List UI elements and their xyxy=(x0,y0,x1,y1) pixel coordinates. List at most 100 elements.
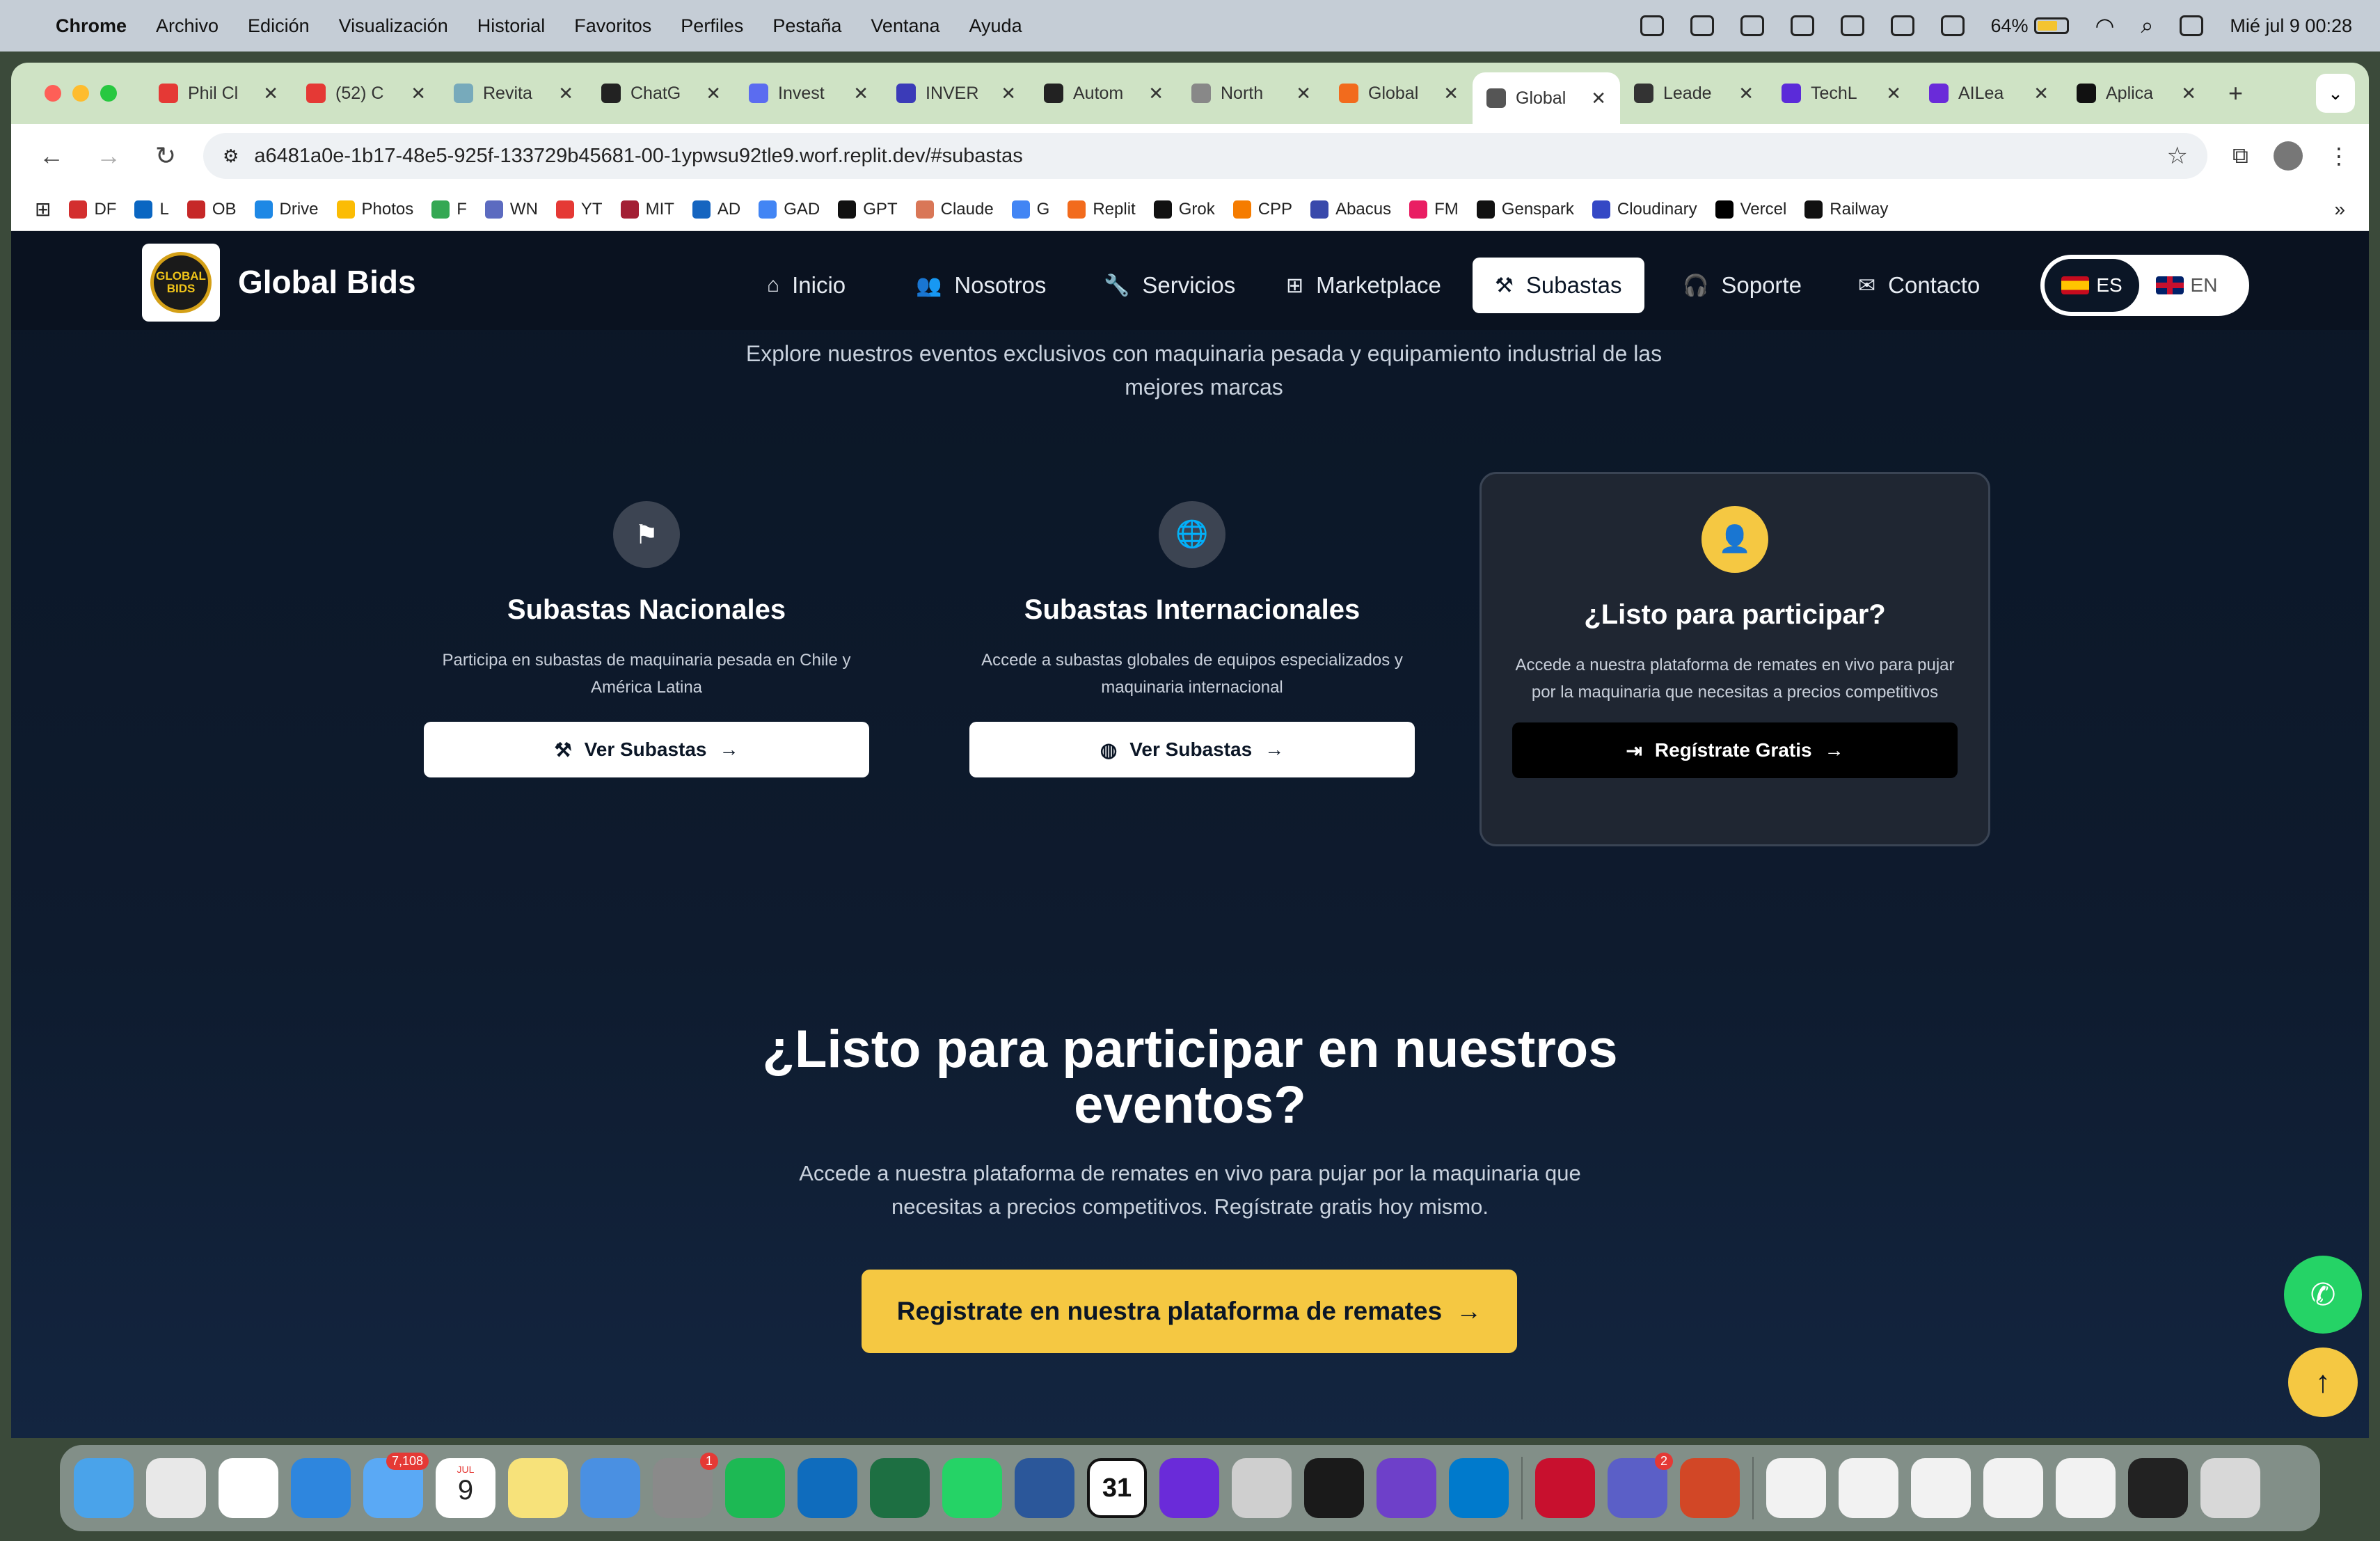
address-bar[interactable]: ⚙ a6481a0e-1b17-48e5-925f-133729b45681-0… xyxy=(203,133,2207,179)
spotlight-search-icon[interactable]: ⌕ xyxy=(2141,13,2153,39)
acrobat-icon[interactable] xyxy=(1535,1458,1595,1518)
calendar-icon[interactable]: JUL 9 xyxy=(436,1458,495,1518)
window-thumb-2-icon[interactable] xyxy=(1911,1458,1971,1518)
menu-historial[interactable]: Historial xyxy=(477,15,546,37)
browser-tab[interactable]: Global ✕ xyxy=(1325,72,1473,115)
mail-icon[interactable]: 7,108 xyxy=(363,1453,429,1518)
nav-subastas[interactable]: ⚒ Subastas xyxy=(1473,258,1644,313)
window-thumb-4-icon[interactable] xyxy=(2056,1458,2116,1518)
bookmark-item[interactable]: GPT xyxy=(838,200,898,219)
keyboard-status-icon[interactable] xyxy=(1940,15,1965,36)
excel-icon[interactable] xyxy=(870,1458,930,1518)
tab-close-icon[interactable]: ✕ xyxy=(1738,83,1754,104)
nav-contacto[interactable]: ✉ Contacto xyxy=(1836,258,2002,313)
finder-icon[interactable] xyxy=(74,1458,134,1518)
bookmark-item[interactable]: DF xyxy=(69,200,116,219)
circle-app-icon[interactable] xyxy=(1159,1458,1219,1518)
bookmark-item[interactable]: GAD xyxy=(759,200,820,219)
word-icon[interactable] xyxy=(1015,1458,1074,1518)
nav-inicio[interactable]: ⌂ Inicio xyxy=(745,258,868,313)
tab-close-icon[interactable]: ✕ xyxy=(263,83,278,104)
powerpoint-icon[interactable] xyxy=(1680,1458,1740,1518)
tab-close-icon[interactable]: ✕ xyxy=(1886,83,1901,104)
bookmark-item[interactable]: Cloudinary xyxy=(1592,200,1697,219)
browser-tab[interactable]: TechL ✕ xyxy=(1768,72,1915,115)
browser-tab[interactable]: Invest ✕ xyxy=(735,72,882,115)
whatsapp-icon[interactable] xyxy=(942,1458,1002,1518)
browser-tab[interactable]: Aplica ✕ xyxy=(2063,72,2210,115)
bookmark-item[interactable]: Drive xyxy=(254,200,319,219)
nav-marketplace[interactable]: ⊞ Marketplace xyxy=(1264,258,1463,313)
menu-datetime[interactable]: Mié jul 9 00:28 xyxy=(2230,15,2352,37)
tab-close-icon[interactable]: ✕ xyxy=(411,83,426,104)
bookmark-item[interactable]: F xyxy=(431,200,467,219)
tab-close-icon[interactable]: ✕ xyxy=(1443,83,1459,104)
bookmark-item[interactable]: Vercel xyxy=(1715,200,1786,219)
browser-tab[interactable]: North ✕ xyxy=(1177,72,1325,115)
status-app-icon-2[interactable] xyxy=(1690,15,1714,36)
launchpad-icon[interactable] xyxy=(146,1458,206,1518)
site-logo[interactable]: GLOBAL BIDS xyxy=(142,244,220,322)
menu-ayuda[interactable]: Ayuda xyxy=(969,15,1022,37)
status-app-icon-3[interactable] xyxy=(1740,15,1764,36)
browser-tab[interactable]: Leade ✕ xyxy=(1620,72,1768,115)
apps-grid-icon[interactable]: ⊞ xyxy=(35,198,51,221)
browser-tab[interactable]: Phil Cl ✕ xyxy=(145,72,292,115)
reload-icon[interactable]: ↻ xyxy=(149,141,182,171)
menu-app-name[interactable]: Chrome xyxy=(56,15,127,37)
forward-icon[interactable]: → xyxy=(92,141,125,171)
ver-subastas-nacionales-button[interactable]: ⚒ Ver Subastas → xyxy=(424,722,869,777)
browser-tab[interactable]: ChatG ✕ xyxy=(587,72,735,115)
site-info-icon[interactable]: ⚙ xyxy=(223,145,239,167)
browser-tab[interactable]: AILea ✕ xyxy=(1915,72,2063,115)
bookmark-item[interactable]: L xyxy=(134,200,169,219)
nav-servicios[interactable]: 🔧 Servicios xyxy=(1081,258,1258,313)
nav-nosotros[interactable]: 👥 Nosotros xyxy=(894,258,1068,313)
bookmark-item[interactable]: Abacus xyxy=(1310,200,1391,219)
window-close-button[interactable] xyxy=(45,85,61,102)
mute-status-icon[interactable] xyxy=(1840,15,1864,36)
bookmark-item[interactable]: Photos xyxy=(336,200,413,219)
bookmark-star-icon[interactable]: ☆ xyxy=(2167,142,2188,170)
outlook-icon[interactable] xyxy=(798,1458,857,1518)
browser-tab[interactable]: Autom ✕ xyxy=(1030,72,1177,115)
bookmark-item[interactable]: MIT xyxy=(620,200,674,219)
chrome-menu-icon[interactable]: ⋮ xyxy=(2328,143,2350,169)
menu-visualizacion[interactable]: Visualización xyxy=(339,15,448,37)
menu-edicion[interactable]: Edición xyxy=(248,15,310,37)
brand-name[interactable]: Global Bids xyxy=(238,263,416,301)
lang-es-button[interactable]: ES xyxy=(2045,259,2139,312)
back-icon[interactable]: ← xyxy=(35,141,68,171)
window-thumb-1-icon[interactable] xyxy=(1839,1458,1898,1518)
iphone-mirroring-icon[interactable] xyxy=(1232,1458,1292,1518)
more-bookmarks-icon[interactable]: » xyxy=(2334,198,2345,221)
menu-pestana[interactable]: Pestaña xyxy=(772,15,841,37)
menu-archivo[interactable]: Archivo xyxy=(156,15,219,37)
bookmark-item[interactable]: YT xyxy=(555,200,603,219)
tab-search-icon[interactable]: ⌄ xyxy=(2316,74,2355,113)
bookmark-item[interactable]: Replit xyxy=(1068,200,1136,219)
registrate-gratis-button[interactable]: ⇥ Regístrate Gratis → xyxy=(1512,722,1958,778)
browser-tab[interactable]: Global ✕ xyxy=(1473,72,1620,124)
document-thumb-icon[interactable] xyxy=(1766,1458,1826,1518)
safari-icon[interactable] xyxy=(291,1458,351,1518)
system-settings-icon[interactable]: 1 xyxy=(653,1453,718,1518)
chrome-icon[interactable] xyxy=(219,1458,278,1518)
browser-tab[interactable]: (52) C ✕ xyxy=(292,72,440,115)
calendar-31-icon[interactable]: 31 xyxy=(1087,1458,1147,1518)
status-app-icon-1[interactable] xyxy=(1640,15,1664,36)
tab-close-icon[interactable]: ✕ xyxy=(706,83,721,104)
spotify-icon[interactable] xyxy=(725,1458,785,1518)
bookmark-item[interactable]: Grok xyxy=(1153,200,1215,219)
window-zoom-button[interactable] xyxy=(100,85,117,102)
bookmark-item[interactable]: CPP xyxy=(1232,200,1292,219)
profile-avatar[interactable] xyxy=(2273,141,2303,171)
tiles-app-icon[interactable] xyxy=(1304,1458,1364,1518)
menu-ventana[interactable]: Ventana xyxy=(871,15,939,37)
ver-subastas-internacionales-button[interactable]: ◍ Ver Subastas → xyxy=(969,722,1415,777)
window-minimize-button[interactable] xyxy=(72,85,89,102)
tab-close-icon[interactable]: ✕ xyxy=(558,83,573,104)
window-thumb-3-icon[interactable] xyxy=(1983,1458,2043,1518)
tab-close-icon[interactable]: ✕ xyxy=(1001,83,1016,104)
wifi-icon[interactable]: ◠ xyxy=(2095,13,2115,39)
